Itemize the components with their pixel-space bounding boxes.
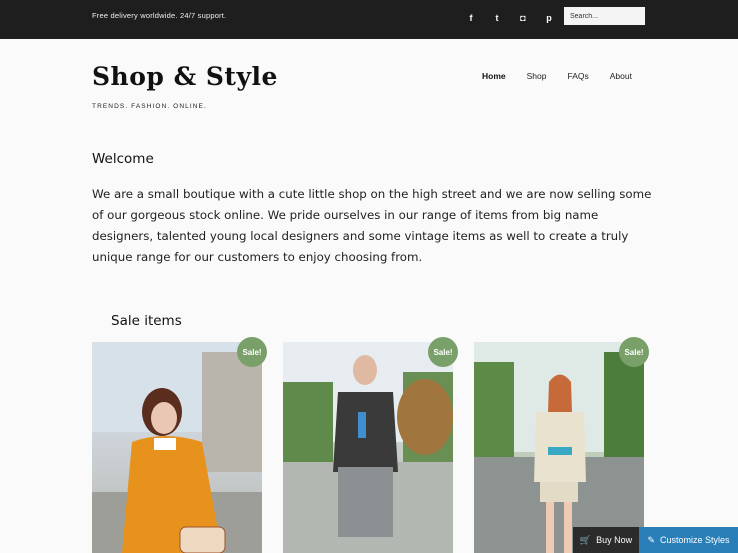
search-input[interactable] <box>564 7 645 25</box>
main-nav: Home Shop FAQs About <box>482 71 653 81</box>
top-bar: Free delivery worldwide. 24/7 support. f… <box>0 0 738 39</box>
buy-now-label: Buy Now <box>596 535 633 545</box>
site-tagline: TRENDS. FASHION. ONLINE. <box>92 103 207 110</box>
product-photo-woman-orange-sweater <box>92 342 262 553</box>
sale-items-heading: Sale items <box>111 313 182 329</box>
cart-icon: 🛒 <box>579 534 592 545</box>
nav-about[interactable]: About <box>610 71 632 81</box>
product-photo-man-grey-shorts <box>283 342 453 553</box>
product-image-1[interactable] <box>92 342 262 553</box>
buy-now-button[interactable]: 🛒 Buy Now <box>573 527 639 553</box>
nav-faqs[interactable]: FAQs <box>567 71 588 81</box>
sale-badge: Sale! <box>619 337 649 367</box>
brush-icon: ✎ <box>647 534 655 545</box>
product-image-2[interactable] <box>283 342 453 553</box>
nav-home[interactable]: Home <box>482 71 506 81</box>
nav-shop[interactable]: Shop <box>527 71 547 81</box>
product-photo-woman-floral-outfit <box>474 342 644 553</box>
facebook-icon[interactable]: f <box>463 10 479 26</box>
customize-styles-button[interactable]: ✎ Customize Styles <box>639 527 738 553</box>
welcome-heading: Welcome <box>92 151 154 167</box>
pinterest-icon[interactable]: p <box>541 10 557 26</box>
twitter-icon[interactable]: t <box>489 10 505 26</box>
site-title[interactable]: Shop & Style <box>92 62 278 91</box>
instagram-icon[interactable]: ◘ <box>515 10 531 26</box>
product-image-3[interactable] <box>474 342 644 553</box>
customize-label: Customize Styles <box>660 535 730 545</box>
topbar-tagline: Free delivery worldwide. 24/7 support. <box>92 11 227 20</box>
social-links: f t ◘ p <box>463 10 567 26</box>
intro-text: We are a small boutique with a cute litt… <box>92 187 652 264</box>
sale-badge: Sale! <box>237 337 267 367</box>
sale-badge: Sale! <box>428 337 458 367</box>
